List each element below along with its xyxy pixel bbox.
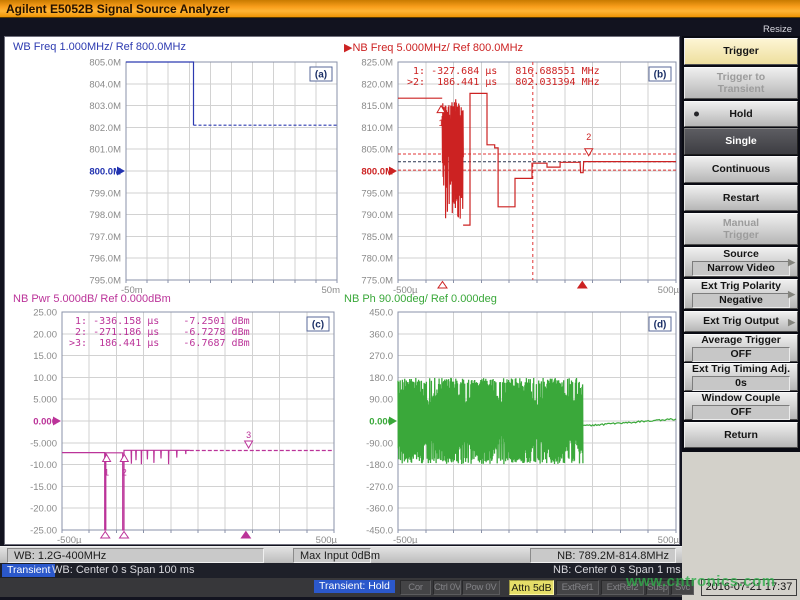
submenu-arrow-icon: ▶ — [788, 315, 795, 328]
status-indicator-pow-0v: Pow 0V — [462, 580, 500, 595]
nb-range-readout: NB: 789.2M-814.8MHz — [530, 548, 676, 563]
softkey-value: 0s — [692, 376, 790, 391]
status-indicator-attn-5db: Attn 5dB — [509, 580, 554, 595]
sidebar-button-source[interactable]: SourceNarrow Video▶ — [684, 247, 798, 277]
sidebar-button-window-couple[interactable]: Window CoupleOFF — [684, 392, 798, 420]
sidebar-button-trigger[interactable]: Trigger — [684, 38, 798, 65]
window-title: Agilent E5052B Signal Source Analyzer — [6, 2, 230, 16]
softkey-label: Source — [723, 248, 759, 261]
softkey-value: OFF — [692, 405, 790, 420]
resize-label[interactable]: Resize — [763, 24, 792, 35]
status-indicator-ctrl-0v: Ctrl 0V — [433, 580, 461, 595]
window-titlebar: Agilent E5052B Signal Source Analyzer — [0, 0, 800, 18]
plot-b-title: NB Freq 5.000MHz/ Ref 800.0MHz — [352, 42, 523, 54]
marker-readout-line: >2: 186.441 µs 802.031394 MHz — [407, 77, 600, 88]
softkey-value: OFF — [692, 347, 790, 362]
softkey-label: Restart — [723, 192, 759, 205]
sidebar-button-hold[interactable]: Hold — [684, 101, 798, 127]
softkey-label: Trigger — [723, 229, 759, 242]
softkey-label: Average Trigger — [701, 334, 781, 347]
sidebar-button-return[interactable]: Return — [684, 422, 798, 448]
plot-b-header: ▶NB Freq 5.000MHz/ Ref 800.0MHz — [344, 41, 523, 54]
mode-badge: Transient — [2, 564, 55, 577]
sidebar-button-ext-trig-timing-adj-[interactable]: Ext Trig Timing Adj.0s — [684, 363, 798, 391]
marker-readout-line: 1: -327.684 µs 816.688551 MHz — [407, 66, 600, 77]
submenu-arrow-icon: ▶ — [788, 256, 795, 269]
softkey-label: Return — [724, 429, 758, 442]
marker-readout-line: 1: -336.158 µs -7.2501 dBm — [69, 316, 250, 327]
submenu-arrow-icon: ▶ — [788, 288, 795, 301]
sidebar-button-restart[interactable]: Restart — [684, 185, 798, 211]
plot-panel — [4, 36, 680, 545]
info-bar: WB: 1.2G-400MHz Max Input 0dBm NB: 789.2… — [0, 546, 682, 563]
sidebar-button-trigger-to: Trigger toTransient — [684, 67, 798, 99]
softkey-label: Continuous — [712, 163, 770, 176]
sidebar-button-average-trigger[interactable]: Average TriggerOFF — [684, 334, 798, 362]
sidebar-button-manual: ManualTrigger — [684, 213, 798, 245]
plot-c-title: NB Pwr 5.000dB/ Ref 0.000dBm — [13, 293, 171, 305]
marker-readout-line: >3: 186.441 µs -6.7687 dBm — [69, 338, 250, 349]
sweep-bar: Transient WB: Center 0 s Span 100 ms NB:… — [0, 563, 682, 578]
state-bullet-icon — [694, 112, 699, 117]
plot-a-title: WB Freq 1.000MHz/ Ref 800.0MHz — [13, 41, 186, 53]
softkey-label: Ext Trig Output — [703, 315, 779, 328]
marker-readout-b: 1: -327.684 µs 816.688551 MHz>2: 186.441… — [407, 66, 600, 88]
softkey-label: Manual — [723, 217, 759, 230]
sidebar-button-ext-trig-polarity[interactable]: Ext Trig PolarityNegative▶ — [684, 279, 798, 309]
softkey-label: Transient — [718, 83, 765, 96]
sidebar-button-continuous[interactable]: Continuous — [684, 156, 798, 183]
wb-sweep-readout: WB: Center 0 s Span 100 ms — [52, 564, 194, 576]
wb-range-readout: WB: 1.2G-400MHz — [7, 548, 264, 563]
softkey-label: Window Couple — [702, 392, 781, 405]
marker-readout-line: 2: -271.186 µs -6.7278 dBm — [69, 327, 250, 338]
sidebar-button-single[interactable]: Single — [684, 128, 798, 155]
softkey-label: Hold — [729, 108, 752, 121]
marker-readout-c: 1: -336.158 µs -7.2501 dBm 2: -271.186 µ… — [69, 316, 250, 349]
softkey-value: Narrow Video — [692, 261, 790, 276]
softkey-value: Negative — [692, 293, 790, 308]
softkey-label: Single — [725, 135, 757, 148]
trigger-state-badge: Transient: Hold — [314, 580, 395, 593]
max-input-readout: Max Input 0dBm — [293, 548, 371, 563]
plot-d-title: NB Ph 90.00deg/ Ref 0.000deg — [344, 293, 497, 305]
softkey-label: Ext Trig Timing Adj. — [692, 363, 790, 376]
status-indicator-cor: Cor — [400, 580, 431, 595]
sidebar-button-ext-trig-output[interactable]: Ext Trig Output ▶ — [684, 311, 798, 332]
watermark: www.cntronics.com — [626, 573, 776, 590]
softkey-label: Ext Trig Polarity — [701, 280, 781, 293]
status-indicator-extref1: ExtRef1 — [556, 580, 599, 595]
softkey-label: Trigger to — [717, 71, 765, 84]
softkey-label: Trigger — [723, 45, 759, 58]
